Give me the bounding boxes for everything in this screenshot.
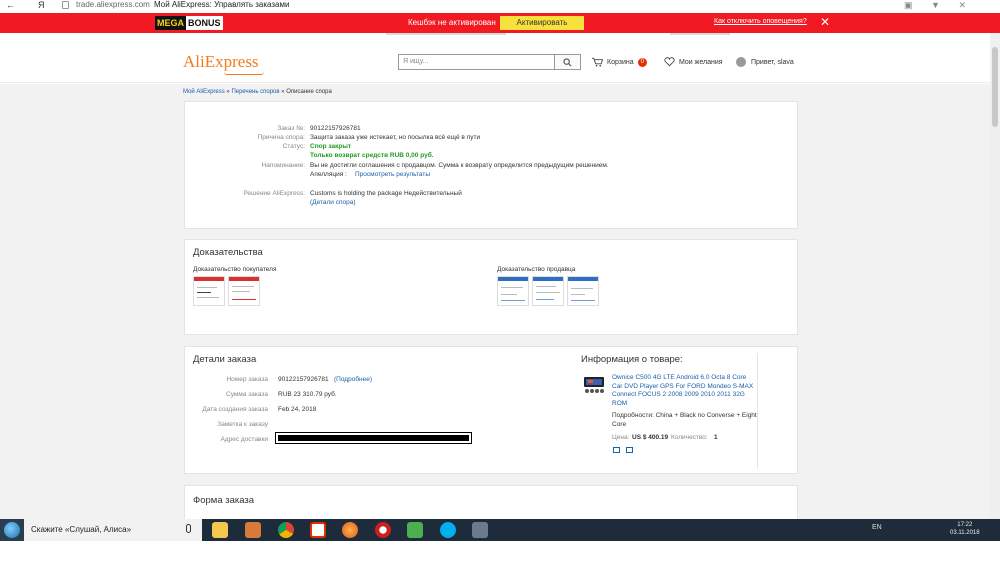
windows-taskbar: Скажите «Слушай, Алиса» EN 17:22 03.11.2… — [0, 519, 1000, 541]
dispute-summary-panel: Заказ №: 90122157926781 Причина спора: З… — [184, 101, 798, 229]
product-info-title: Информация о товаре: — [581, 354, 683, 365]
cart-count-badge: 0 — [637, 57, 648, 67]
cashback-status: Кешбэк не активирован — [408, 18, 496, 27]
evidence-panel: Доказательства Доказательство покупателя… — [184, 239, 798, 335]
buyer-evidence-image[interactable] — [193, 276, 225, 306]
firefox-icon[interactable] — [342, 522, 358, 538]
megabonus-bar: MEGA BONUS Кешбэк не активирован Активир… — [0, 13, 1000, 33]
opera-icon[interactable] — [375, 522, 391, 538]
cortana-search[interactable]: Скажите «Слушай, Алиса» — [24, 519, 202, 541]
product-thumbnail[interactable] — [583, 375, 605, 395]
order-details-title: Детали заказа — [193, 354, 257, 365]
price-label: Цена: — [612, 434, 630, 441]
lock-icon — [62, 1, 69, 9]
order-no-label: Заказ №: — [277, 125, 305, 132]
order-no-value: 90122157926781 — [310, 125, 361, 132]
skype-icon[interactable] — [440, 522, 456, 538]
product-details: Подробности: China + Black no Converse +… — [612, 412, 757, 428]
browser-toolbar: ← Я trade.aliexpress.com Мой AliExpress:… — [0, 0, 1000, 12]
search-icon — [563, 58, 572, 67]
decision-value: Customs is holding the package Недействи… — [310, 190, 462, 197]
quantity-label: Количество: — [671, 434, 708, 441]
quantity-value: 1 — [714, 434, 718, 441]
copy-icon[interactable] — [626, 447, 633, 453]
decision-label: Решение AliExpress: — [243, 190, 305, 197]
seller-evidence-image[interactable] — [497, 276, 529, 306]
media-player-icon[interactable] — [245, 522, 261, 538]
reminder-label: Напоминание: — [261, 162, 305, 169]
seller-evidence-image[interactable] — [532, 276, 564, 306]
order-number-label: Номер заказа — [226, 376, 268, 383]
snapshot-icon[interactable] — [613, 447, 620, 453]
price-value: US $ 400.19 — [632, 434, 669, 441]
dispute-details-link[interactable]: (Детали спора) — [310, 199, 356, 206]
reason-label: Причина спора: — [257, 134, 305, 141]
order-form-title: Форма заказа — [193, 495, 255, 506]
page-content: Мой AliExpress » Перечень споров » Описа… — [0, 84, 990, 525]
wishlist-link[interactable]: Мои желания — [664, 57, 723, 67]
breadcrumb: Мой AliExpress » Перечень споров » Описа… — [183, 89, 332, 95]
file-explorer-icon[interactable] — [212, 522, 228, 538]
wishlist-label: Мои желания — [679, 58, 723, 66]
cart-label: Корзина — [607, 58, 634, 66]
language-indicator[interactable]: EN — [872, 524, 882, 531]
product-name-link[interactable]: Ownice C500 4G LTE Android 6.0 Octa 8 Co… — [612, 374, 757, 408]
back-icon[interactable]: ← — [6, 0, 15, 10]
reminder-value: Вы не достигли соглашения с продавцом. С… — [310, 162, 609, 169]
order-more-link[interactable]: (Подробнее) — [334, 376, 372, 383]
buyer-evidence-label: Доказательство покупателя — [193, 266, 277, 273]
yandex-browser-icon[interactable] — [310, 522, 326, 538]
status-label: Статус: — [282, 143, 305, 150]
app-icon[interactable] — [472, 522, 488, 538]
breadcrumb-current: Описание спора — [286, 89, 332, 95]
yandex-tab-icon[interactable]: Я — [38, 0, 45, 10]
browser-controls-icon[interactable]: ▣ ▼ ✕ — [904, 0, 974, 11]
system-clock[interactable]: 17:22 03.11.2018 — [950, 521, 980, 537]
close-icon[interactable]: ✕ — [820, 15, 830, 29]
chrome-icon[interactable] — [278, 522, 294, 538]
order-sum-value: RUB 23 310.79 руб. — [278, 391, 337, 398]
page-title-tab: Мой AliExpress: Управлять заказами — [154, 0, 290, 9]
windows-icon — [4, 522, 20, 538]
aliexpress-logo[interactable]: AliExpress — [183, 52, 259, 72]
user-greeting: Привет, slava — [751, 58, 794, 66]
avatar-icon — [736, 57, 746, 67]
disable-notifications-link[interactable]: Как отключить оповещения? — [714, 18, 807, 25]
redacted-address — [275, 432, 472, 444]
microphone-icon[interactable] — [186, 524, 191, 533]
search-input[interactable]: Я ищу... — [398, 54, 555, 70]
cart-icon — [592, 57, 603, 67]
order-date-label: Дата создания заказа — [202, 406, 268, 413]
reason-value: Защита заказа уже истекает, но посылка в… — [310, 134, 481, 141]
order-date-value: Feb 24, 2018 — [278, 406, 317, 413]
address-label: Адрес доставки — [220, 436, 268, 443]
order-note-label: Заметка к заказу — [217, 421, 268, 428]
order-details-panel: Детали заказа Номер заказа 9012215792678… — [184, 346, 798, 474]
appeal-results-link[interactable]: Просмотреть результаты — [355, 171, 430, 178]
address-bar[interactable]: trade.aliexpress.com — [76, 0, 150, 9]
seller-evidence-label: Доказательство продавца — [497, 266, 576, 273]
page-scrollbar[interactable] — [990, 33, 1000, 519]
activate-button[interactable]: Активировать — [500, 16, 584, 30]
megabonus-logo: MEGA BONUS — [155, 16, 223, 30]
start-button[interactable] — [0, 519, 24, 541]
cart-link[interactable]: Корзина 0 — [592, 57, 648, 67]
user-menu[interactable]: Привет, slava — [736, 57, 794, 67]
heart-icon — [664, 57, 675, 67]
evidence-title: Доказательства — [193, 247, 263, 258]
seller-evidence-image[interactable] — [567, 276, 599, 306]
logo-swoosh — [224, 72, 264, 75]
buyer-evidence-image[interactable] — [228, 276, 260, 306]
search-button[interactable] — [555, 54, 581, 70]
site-header: AliExpress Я ищу... Корзина 0 Мои желани… — [0, 33, 990, 83]
breadcrumb-my-aliexpress[interactable]: Мой AliExpress — [183, 89, 225, 95]
status-value: Спор закрыт — [310, 143, 352, 150]
status-detail: Только возврат средств RUB 0,00 руб. — [310, 152, 434, 159]
appeal-label: Апелляция : — [310, 171, 347, 178]
breadcrumb-disputes[interactable]: Перечень споров — [231, 89, 279, 95]
order-sum-label: Сумма заказа — [226, 391, 268, 398]
torrent-icon[interactable] — [407, 522, 423, 538]
order-number-value: 90122157926781 — [278, 376, 329, 383]
